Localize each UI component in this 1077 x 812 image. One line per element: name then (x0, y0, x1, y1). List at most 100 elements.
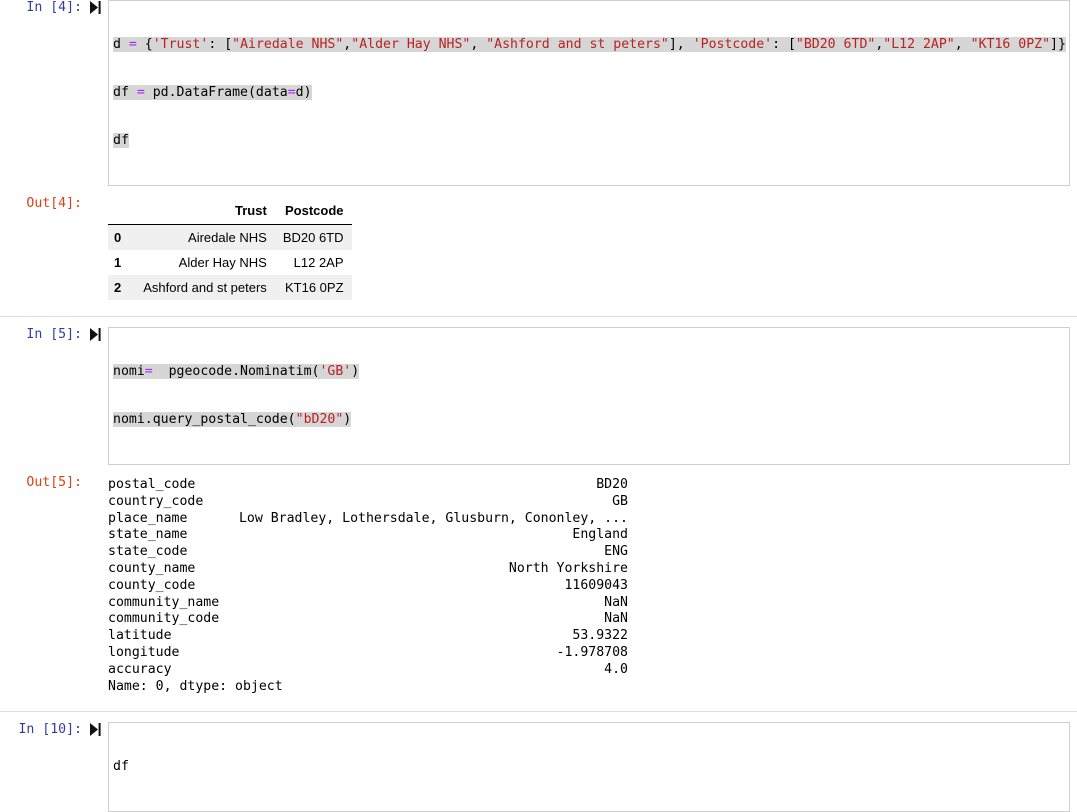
series-value: England (572, 527, 628, 543)
code-line: df (113, 133, 1069, 149)
series-entry: country_code GB (108, 494, 628, 511)
cell-trust: Alder Hay NHS (178, 255, 267, 270)
series-value: 11609043 (564, 577, 628, 593)
table-row: 2 Ashford and st peters KT16 0PZ (108, 275, 352, 300)
series-entry: longitude -1.978708 (108, 645, 628, 662)
cell-input-row: In [10]: df (0, 722, 1077, 812)
series-entry: county_code 11609043 (108, 578, 628, 595)
cell-input-row: In [5]: nomi= pgeocode.Nominatim('GB') n… (0, 327, 1077, 465)
code-line-content-0: d = {'Trust': ["Airedale NHS","Alder Hay… (113, 37, 1066, 52)
jupyter-notebook: In [4]: d = {'Trust': ["Airedale NHS","A… (0, 0, 1077, 812)
series-footer: Name: 0, dtype: object (108, 678, 283, 694)
column-header-trust: Trust (135, 198, 275, 225)
series-value: Low Bradley, Lothersdale, Glusburn, Cono… (238, 510, 628, 526)
series-value: 4.0 (604, 661, 628, 677)
code-text-cell-5: nomi= pgeocode.Nominatim('GB') nomi.quer… (109, 332, 1069, 460)
code-line: nomi.query_postal_code("bD20") (113, 412, 1069, 428)
series-entry: county_name North Yorkshire (108, 561, 628, 578)
series-value: NaN (604, 611, 628, 627)
code-line-content-2: df (113, 133, 129, 148)
run-cell-icon[interactable] (86, 722, 108, 738)
input-prompt-label: In [4]: (26, 0, 82, 15)
code-line: df (113, 759, 1069, 775)
code-line-content-0: nomi= pgeocode.Nominatim('GB') (113, 364, 360, 379)
output-prompt-label: Out[4]: (26, 196, 82, 211)
table-header-row: Trust Postcode (108, 198, 352, 225)
series-key: country_code (108, 493, 204, 509)
cell-postcode: KT16 0PZ (284, 280, 344, 295)
notebook-cell-5[interactable]: In [5]: nomi= pgeocode.Nominatim('GB') n… (0, 316, 1077, 712)
series-key: community_code (108, 611, 220, 627)
series-key: postal_code (108, 477, 196, 492)
cell-output-row: Out[4]: Trust Postcode 0 Airedale NHS BD… (0, 196, 1077, 300)
row-index-label: 1 (114, 255, 122, 270)
series-key: latitude (108, 628, 172, 644)
dataframe-output: Trust Postcode 0 Airedale NHS BD20 6TD 1… (108, 196, 1077, 300)
code-editor-cell-10[interactable]: df (108, 722, 1070, 812)
input-prompt-label: In [10]: (18, 722, 82, 738)
code-line: df = pd.DataFrame(data=d) (113, 85, 1069, 101)
dataframe-body: 0 Airedale NHS BD20 6TD 1 Alder Hay NHS … (108, 224, 352, 300)
series-key: state_code (108, 544, 188, 560)
series-value: BD20 (596, 477, 628, 492)
notebook-cell-10[interactable]: In [10]: df (0, 711, 1077, 812)
code-line-content-1: nomi.query_postal_code("bD20") (113, 412, 352, 427)
series-value: North Yorkshire (508, 560, 628, 576)
code-line: nomi= pgeocode.Nominatim('GB') (113, 364, 1069, 380)
series-key: state_name (108, 527, 188, 543)
code-line-content-1: df = pd.DataFrame(data=d) (113, 85, 312, 100)
code-line-content-0: df (113, 759, 129, 775)
input-prompt-label: In [5]: (26, 327, 82, 342)
cell-trust: Ashford and st peters (143, 280, 267, 295)
series-value: GB (612, 493, 628, 509)
row-index-label: 0 (114, 230, 122, 245)
output-gutter-spacer (86, 196, 108, 212)
series-entry: community_code NaN (108, 611, 628, 628)
output-prompt-label: Out[5]: (26, 475, 82, 490)
series-key: county_name (108, 560, 196, 576)
cell-postcode: L12 2AP (293, 255, 344, 270)
code-text-cell-4: d = {'Trust': ["Airedale NHS","Alder Hay… (109, 5, 1069, 181)
series-entry: place_name Low Bradley, Lothersdale, Glus… (108, 511, 628, 528)
series-value: ENG (604, 544, 628, 560)
run-cell-icon[interactable] (86, 327, 108, 343)
notebook-cell-4[interactable]: In [4]: d = {'Trust': ["Airedale NHS","A… (0, 0, 1077, 316)
series-value: 53.9322 (572, 628, 628, 644)
series-key: accuracy (108, 661, 172, 677)
code-editor-cell-5[interactable]: nomi= pgeocode.Nominatim('GB') nomi.quer… (108, 327, 1070, 465)
series-key: longitude (108, 644, 180, 660)
row-index-label: 2 (114, 280, 122, 295)
code-editor-cell-4[interactable]: d = {'Trust': ["Airedale NHS","Alder Hay… (108, 0, 1070, 186)
series-key: county_code (108, 577, 196, 593)
column-header-postcode: Postcode (274, 198, 352, 225)
code-line: d = {'Trust': ["Airedale NHS","Alder Hay… (113, 37, 1069, 53)
series-entry: state_code ENG (108, 544, 628, 561)
series-key: place_name (108, 510, 188, 526)
series-entry: postal_code BD20 (108, 477, 628, 494)
run-cell-icon[interactable] (86, 0, 108, 16)
cell-postcode: BD20 6TD (282, 230, 344, 245)
cell-output-row: Out[5]: postal_code BD20 country_code GB pla… (0, 475, 1077, 695)
series-text: postal_code BD20 country_code GB place_name L… (108, 477, 1077, 695)
series-key: community_name (108, 594, 220, 610)
series-output: postal_code BD20 country_code GB place_name L… (108, 475, 1077, 695)
series-value: -1.978708 (556, 644, 628, 660)
table-row: 1 Alder Hay NHS L12 2AP (108, 250, 352, 275)
series-value: NaN (604, 594, 628, 610)
table-row: 0 Airedale NHS BD20 6TD (108, 224, 352, 250)
dataframe-head: Trust Postcode (108, 198, 352, 225)
code-text-cell-10: df (109, 727, 1069, 807)
output-gutter-spacer (86, 475, 108, 491)
cell-input-row: In [4]: d = {'Trust': ["Airedale NHS","A… (0, 0, 1077, 186)
series-entry: latitude 53.9322 (108, 628, 628, 645)
series-entry: community_name NaN (108, 595, 628, 612)
cell-trust: Airedale NHS (188, 230, 267, 245)
series-entry: accuracy 4.0 (108, 662, 628, 679)
index-corner-cell (108, 198, 136, 225)
series-entry: state_name England (108, 527, 628, 544)
